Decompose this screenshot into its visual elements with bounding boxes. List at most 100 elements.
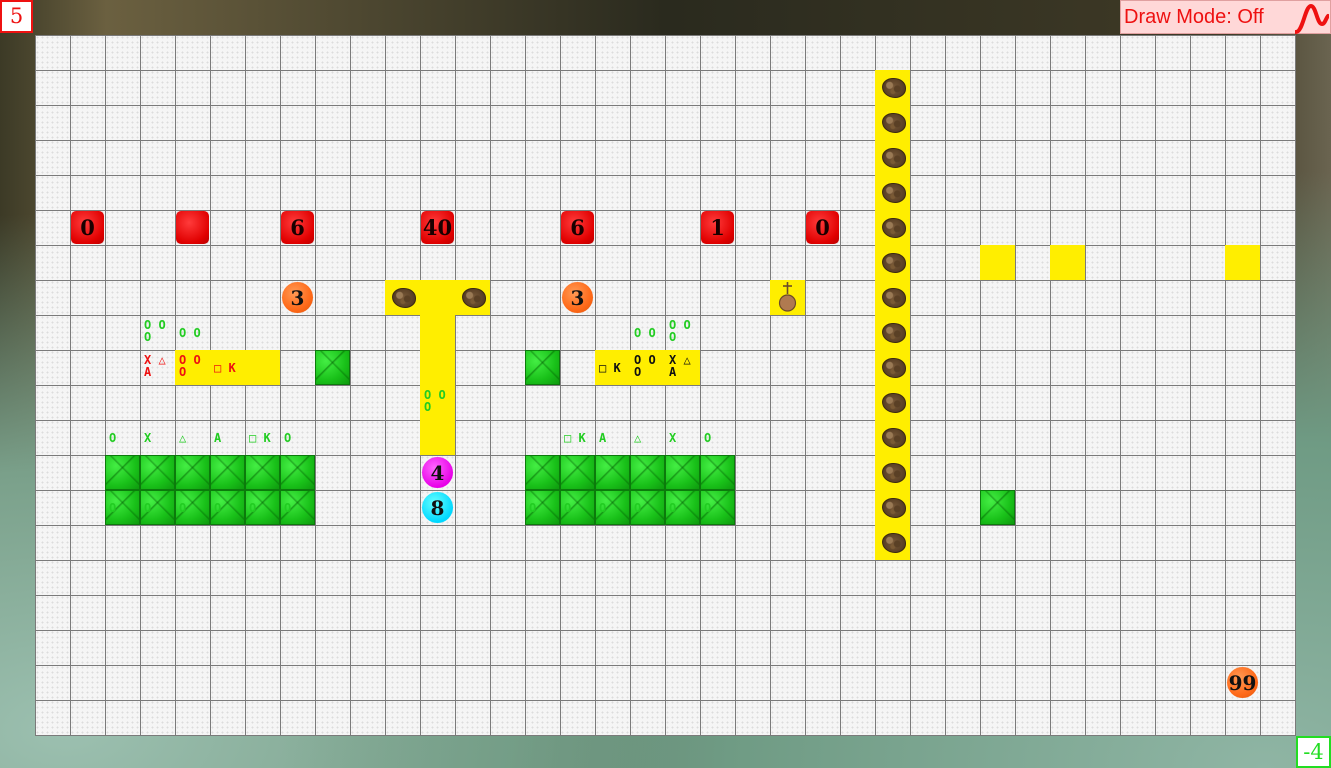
- red-counter-tile[interactable]: 6: [280, 210, 315, 245]
- grass-tile[interactable]: [245, 455, 280, 490]
- tomb-tile[interactable]: [770, 280, 805, 315]
- grass-tile[interactable]: [560, 455, 595, 490]
- grass-tile[interactable]: [280, 455, 315, 490]
- yellow-tile[interactable]: [420, 280, 455, 315]
- yellow-tile[interactable]: [420, 420, 455, 455]
- rock-tile[interactable]: [875, 315, 910, 350]
- rock-tile[interactable]: [455, 280, 490, 315]
- red-counter-tile[interactable]: 0: [805, 210, 840, 245]
- rock-icon: [882, 148, 906, 168]
- rock-tile[interactable]: [875, 210, 910, 245]
- grass-tile[interactable]: [525, 455, 560, 490]
- rock-icon: [882, 218, 906, 238]
- rock-tile[interactable]: [875, 175, 910, 210]
- red-counter-tile[interactable]: [175, 210, 210, 245]
- rock-tile[interactable]: [385, 280, 420, 315]
- cell-mark-text: O: [109, 431, 117, 445]
- rock-icon: [882, 428, 906, 448]
- grass-tile[interactable]: [595, 455, 630, 490]
- mark-cell: A: [595, 420, 630, 455]
- red-tile-label: 40: [422, 215, 453, 240]
- mark-cell: O: [175, 490, 210, 525]
- rock-tile[interactable]: [875, 140, 910, 175]
- cell-mark-text: X: [144, 431, 152, 445]
- grass-tile[interactable]: [700, 455, 735, 490]
- orange-token[interactable]: 99: [1225, 665, 1260, 700]
- rock-icon: [882, 498, 906, 518]
- rock-tile[interactable]: [875, 420, 910, 455]
- cell-mark-text: O: [249, 501, 257, 515]
- rock-tile[interactable]: [875, 245, 910, 280]
- grass-tile[interactable]: [140, 455, 175, 490]
- red-tile-label: 0: [80, 215, 95, 240]
- yellow-tile[interactable]: [1225, 245, 1260, 280]
- yellow-tile[interactable]: [980, 245, 1015, 280]
- bottom-right-counter: -4: [1296, 736, 1331, 768]
- mark-cell: X: [665, 420, 700, 455]
- orange-token[interactable]: 3: [560, 280, 595, 315]
- grass-tile[interactable]: [525, 350, 560, 385]
- rock-tile[interactable]: [875, 350, 910, 385]
- cell-mark-text: □ K: [214, 361, 236, 375]
- tombstone-icon: [778, 282, 797, 312]
- game-board[interactable]: 0 6 40 6 1 0 3 3 4 8 99 O O O O O O O O O O X △ A O O O □…: [35, 35, 1296, 736]
- cell-mark-text: O: [634, 501, 642, 515]
- mark-cell: O O: [175, 315, 210, 350]
- red-tile-label: 6: [290, 215, 305, 240]
- red-counter-tile[interactable]: 40: [420, 210, 455, 245]
- rock-tile[interactable]: [875, 455, 910, 490]
- mark-cell: O: [525, 490, 560, 525]
- rock-tile[interactable]: [875, 525, 910, 560]
- mark-cell: O O O: [630, 350, 665, 385]
- mark-cell: O: [700, 420, 735, 455]
- cell-mark-text: △: [179, 431, 187, 445]
- yellow-tile[interactable]: [420, 350, 455, 385]
- rock-tile[interactable]: [875, 280, 910, 315]
- mark-cell: X △ A: [140, 350, 175, 385]
- grass-tile[interactable]: [980, 490, 1015, 525]
- draw-mode-toggle[interactable]: Draw Mode: Off: [1120, 0, 1331, 34]
- rock-tile[interactable]: [875, 105, 910, 140]
- grass-tile[interactable]: [630, 455, 665, 490]
- cell-mark-text: O: [144, 501, 152, 515]
- red-counter-tile[interactable]: 0: [70, 210, 105, 245]
- token-label: 99: [1227, 667, 1258, 698]
- red-tile-label: 0: [815, 215, 830, 240]
- rock-tile[interactable]: [875, 490, 910, 525]
- yellow-tile[interactable]: [245, 350, 280, 385]
- mark-cell: □ K: [595, 350, 630, 385]
- grass-tile[interactable]: [105, 455, 140, 490]
- rock-tile[interactable]: [875, 70, 910, 105]
- mark-cell: O: [140, 490, 175, 525]
- grass-tile[interactable]: [210, 455, 245, 490]
- mark-cell: △: [175, 420, 210, 455]
- red-counter-tile[interactable]: 1: [700, 210, 735, 245]
- grass-tile[interactable]: [665, 455, 700, 490]
- cell-mark-text: O O O: [424, 388, 446, 414]
- mark-cell: O: [595, 490, 630, 525]
- mark-cell: O: [105, 420, 140, 455]
- cell-mark-text: □ K: [249, 431, 271, 445]
- cell-mark-text: O: [704, 501, 712, 515]
- yellow-tile[interactable]: [1050, 245, 1085, 280]
- mark-cell: X: [140, 420, 175, 455]
- mark-cell: O: [560, 490, 595, 525]
- cell-mark-text: O O: [634, 326, 656, 340]
- cyan-token[interactable]: 8: [420, 490, 455, 525]
- yellow-tile[interactable]: [420, 315, 455, 350]
- red-counter-tile[interactable]: 6: [560, 210, 595, 245]
- orange-token[interactable]: 3: [280, 280, 315, 315]
- cell-mark-text: □ K: [599, 361, 621, 375]
- cell-mark-text: X △ A: [669, 353, 691, 379]
- cell-mark-text: O: [214, 501, 222, 515]
- grass-tile[interactable]: [315, 350, 350, 385]
- draw-mode-label: Draw Mode: Off: [1124, 5, 1264, 28]
- rock-tile[interactable]: [875, 385, 910, 420]
- top-left-counter: 5: [0, 0, 33, 33]
- magenta-token[interactable]: 4: [420, 455, 455, 490]
- rock-icon: [882, 113, 906, 133]
- mark-cell: □ K: [245, 420, 280, 455]
- cell-mark-text: X △ A: [144, 353, 166, 379]
- grass-tile[interactable]: [175, 455, 210, 490]
- rock-icon: [882, 323, 906, 343]
